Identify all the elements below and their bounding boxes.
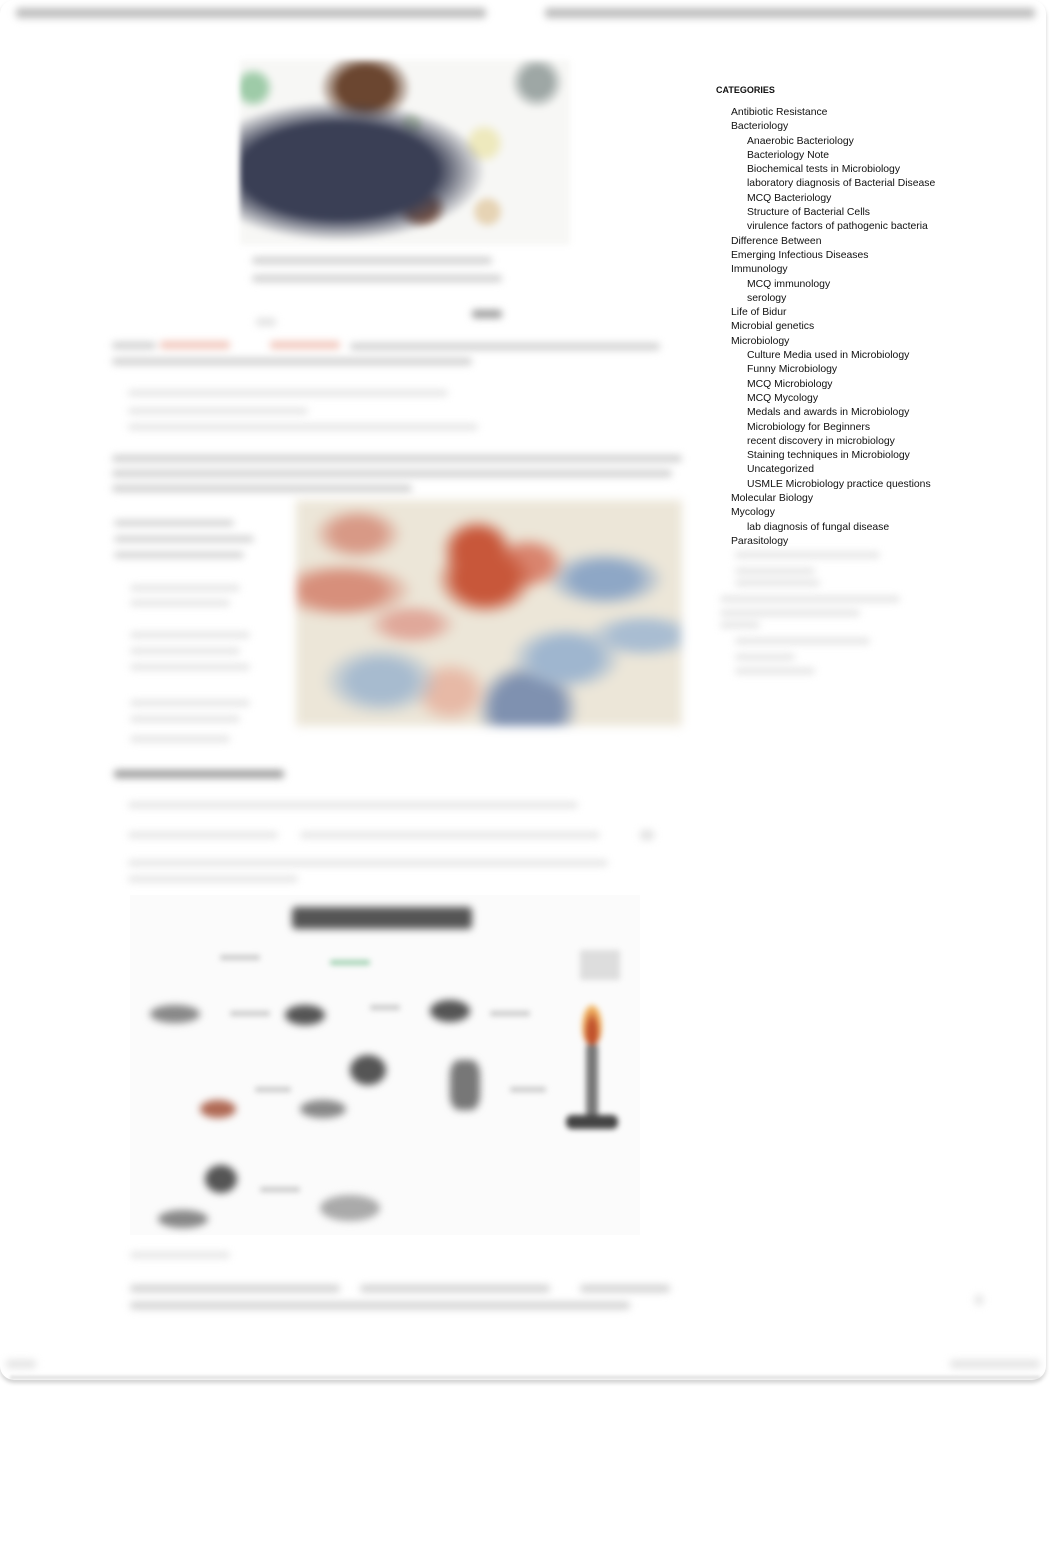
- category-link[interactable]: Parasitology: [716, 535, 956, 549]
- category-link[interactable]: Antibiotic Resistance: [716, 106, 956, 120]
- category-link[interactable]: MCQ Bacteriology: [716, 192, 956, 206]
- category-link[interactable]: Uncategorized: [716, 463, 956, 477]
- category-link[interactable]: USMLE Microbiology practice questions: [716, 478, 956, 492]
- category-link[interactable]: Mycology: [716, 506, 956, 520]
- categories-heading: CATEGORIES: [716, 85, 775, 95]
- category-link[interactable]: lab diagnosis of fungal disease: [716, 521, 956, 535]
- category-link[interactable]: recent discovery in microbiology: [716, 435, 956, 449]
- category-link[interactable]: Medals and awards in Microbiology: [716, 406, 956, 420]
- article-hero-image: [240, 60, 570, 245]
- page-edge-shadow: [10, 1376, 1040, 1379]
- category-link[interactable]: Molecular Biology: [716, 492, 956, 506]
- category-link[interactable]: Bacteriology: [716, 120, 956, 134]
- category-link[interactable]: Microbial genetics: [716, 320, 956, 334]
- spore-staining-diagram: [130, 895, 640, 1235]
- diagram-title-blurred: [292, 907, 472, 929]
- page-number-blurred: [6, 1360, 36, 1368]
- category-link[interactable]: Life of Bidur: [716, 306, 956, 320]
- category-link[interactable]: Bacteriology Note: [716, 149, 956, 163]
- bunsen-burner-icon: [562, 1005, 622, 1135]
- category-link[interactable]: Staining techniques in Microbiology: [716, 449, 956, 463]
- category-link[interactable]: Funny Microbiology: [716, 363, 956, 377]
- category-link[interactable]: Microbiology: [716, 335, 956, 349]
- category-link[interactable]: Immunology: [716, 263, 956, 277]
- category-link[interactable]: serology: [716, 292, 956, 306]
- category-link[interactable]: Biochemical tests in Microbiology: [716, 163, 956, 177]
- category-link[interactable]: virulence factors of pathogenic bacteria: [716, 220, 956, 234]
- category-link[interactable]: Culture Media used in Microbiology: [716, 349, 956, 363]
- categories-list: Antibiotic Resistance Bacteriology Anaerob…: [716, 106, 956, 549]
- category-link[interactable]: MCQ Mycology: [716, 392, 956, 406]
- category-link[interactable]: Structure of Bacterial Cells: [716, 206, 956, 220]
- category-link[interactable]: MCQ Microbiology: [716, 378, 956, 392]
- category-link[interactable]: laboratory diagnosis of Bacterial Diseas…: [716, 177, 956, 191]
- category-link[interactable]: MCQ immunology: [716, 278, 956, 292]
- page-title-blurred: [16, 8, 486, 18]
- page-url-blurred: [545, 8, 1035, 18]
- category-link[interactable]: Emerging Infectious Diseases: [716, 249, 956, 263]
- print-date-blurred: [950, 1360, 1040, 1368]
- category-link[interactable]: Microbiology for Beginners: [716, 421, 956, 435]
- category-link[interactable]: Difference Between: [716, 235, 956, 249]
- category-link[interactable]: Anaerobic Bacteriology: [716, 135, 956, 149]
- section-heading-blurred: [114, 770, 284, 778]
- stained-micrograph-image: [296, 500, 682, 726]
- printed-web-page: CATEGORIES Antibiotic Resistance Bacterio…: [0, 0, 1046, 1380]
- categories-sidebar: CATEGORIES Antibiotic Resistance Bacterio…: [716, 84, 956, 549]
